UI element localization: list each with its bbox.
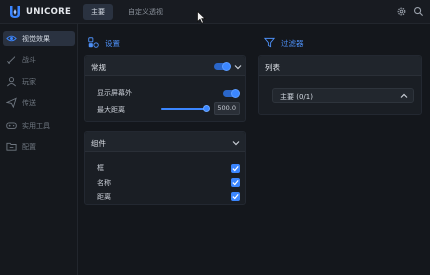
filter-icon (264, 37, 275, 48)
send-icon (6, 97, 17, 108)
component-label-name: 名称 (97, 179, 111, 187)
component-checkbox-box[interactable] (231, 164, 240, 173)
top-bar: UNICORE 主要 自定义透视 (0, 0, 430, 24)
slider-fill (161, 108, 206, 110)
mouse-cursor-icon (197, 11, 206, 24)
toggle-knob (222, 61, 231, 71)
chevron-up-icon (400, 93, 408, 98)
show-offscreen-label: 显示屏幕外 (97, 89, 132, 97)
sidebar-item-visuals[interactable]: 视觉效果 (3, 31, 75, 46)
user-icon (7, 77, 16, 87)
tab-main-label: 主要 (91, 8, 105, 16)
toggle-knob (231, 88, 240, 98)
tab-custom-esp[interactable]: 自定义透视 (120, 4, 171, 20)
check-icon (232, 180, 239, 186)
general-panel-header[interactable]: 常规 (85, 56, 245, 76)
sidebar-item-label: 实用工具 (22, 122, 50, 130)
sidebar-item-config[interactable]: 配置 (3, 139, 75, 154)
general-enable-toggle[interactable] (214, 61, 231, 71)
sidebar-item-utilities[interactable]: 实用工具 (3, 118, 75, 133)
sidebar-item-label: 玩家 (22, 78, 36, 86)
components-panel-header[interactable]: 组件 (85, 132, 245, 152)
sidebar-item-label: 战斗 (22, 56, 36, 64)
settings-title: 设置 (105, 39, 120, 48)
check-icon (232, 166, 239, 172)
sword-icon (7, 55, 16, 64)
max-distance-input[interactable]: 500.0 (214, 102, 240, 115)
sidebar-item-label: 视觉效果 (22, 35, 50, 43)
eye-icon (6, 35, 17, 42)
max-distance-label: 最大距离 (97, 106, 125, 114)
chevron-down-icon[interactable] (232, 139, 240, 147)
component-label-distance: 距离 (97, 193, 111, 201)
component-label-box: 框 (97, 164, 104, 172)
search-icon[interactable] (413, 6, 424, 17)
folder-icon (6, 142, 17, 151)
sidebar-item-player[interactable]: 玩家 (3, 74, 75, 89)
sidebar-item-teleport[interactable]: 传送 (3, 95, 75, 110)
gear-icon[interactable] (396, 6, 407, 17)
settings-section-header: 设置 (88, 36, 238, 50)
components-title: 组件 (91, 139, 106, 148)
list-title: 列表 (265, 63, 280, 72)
show-offscreen-toggle[interactable] (223, 88, 240, 98)
app-logo-text: UNICORE (26, 7, 72, 17)
sidebar-item-combat[interactable]: 战斗 (3, 52, 75, 67)
general-title: 常规 (91, 63, 106, 72)
sidebar-item-label: 传送 (22, 99, 36, 107)
sidebar: 视觉效果 战斗 玩家 传送 实用工具 配置 (0, 24, 78, 275)
filter-section-header: 过滤器 (264, 36, 414, 50)
component-checkbox-name[interactable] (231, 178, 240, 187)
filter-title: 过滤器 (281, 39, 304, 48)
slider-thumb[interactable] (202, 105, 210, 112)
chevron-down-icon[interactable] (234, 63, 242, 71)
max-distance-slider[interactable] (161, 105, 210, 112)
sidebar-item-label: 配置 (22, 143, 36, 151)
settings-icon (88, 37, 99, 48)
list-group-label: 主要 (0/1) (280, 93, 313, 101)
check-icon (232, 194, 239, 200)
list-group-dropdown[interactable]: 主要 (0/1) (272, 88, 414, 103)
gamepad-icon (6, 122, 17, 129)
tab-main[interactable]: 主要 (83, 4, 113, 20)
components-panel: 组件 框 名称 距离 (84, 131, 246, 205)
tab-custom-esp-label: 自定义透视 (128, 8, 163, 16)
list-panel-header: 列表 (259, 56, 421, 76)
list-panel: 列表 主要 (0/1) (258, 55, 422, 115)
component-checkbox-distance[interactable] (231, 192, 240, 201)
logo-icon (10, 6, 20, 18)
general-panel: 常规 显示屏幕外 最大距离 500.0 (84, 55, 246, 122)
